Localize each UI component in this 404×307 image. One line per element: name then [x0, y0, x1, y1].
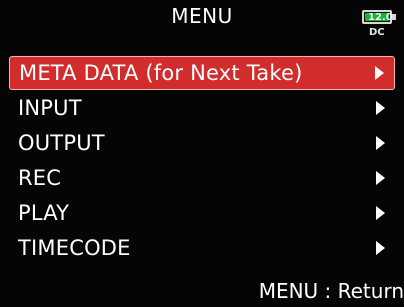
- menu-item-label: REC: [18, 166, 62, 190]
- menu-item-label: INPUT: [18, 96, 82, 120]
- chevron-right-icon: [376, 171, 385, 185]
- menu-item-input[interactable]: INPUT: [9, 91, 395, 125]
- chevron-right-icon: [376, 101, 385, 115]
- battery-indicator: 12.0 DC: [362, 10, 396, 42]
- menu-item-play[interactable]: PLAY: [9, 196, 395, 230]
- menu-item-label: META DATA (for Next Take): [19, 61, 303, 85]
- menu-item-output[interactable]: OUTPUT: [9, 126, 395, 160]
- menu-item-meta-data[interactable]: META DATA (for Next Take): [9, 56, 395, 90]
- battery-icon: 12.0: [362, 10, 393, 24]
- chevron-right-icon: [376, 241, 385, 255]
- main-menu: META DATA (for Next Take) INPUT OUTPUT R…: [9, 56, 395, 266]
- menu-item-timecode[interactable]: TIMECODE: [9, 231, 395, 265]
- battery-voltage: 12.0: [368, 12, 393, 23]
- menu-item-label: OUTPUT: [18, 131, 105, 155]
- footer-hint: MENU : Return: [258, 279, 404, 303]
- chevron-right-icon: [376, 136, 385, 150]
- chevron-right-icon: [376, 206, 385, 220]
- menu-item-rec[interactable]: REC: [9, 161, 395, 195]
- power-source-label: DC: [369, 27, 385, 38]
- page-title: MENU: [171, 4, 233, 28]
- recorder-screen: MENU 12.0 DC META DATA (for Next Take) I…: [0, 0, 404, 307]
- menu-item-label: PLAY: [18, 201, 70, 225]
- battery-terminal: [392, 14, 396, 20]
- chevron-right-icon: [375, 66, 384, 80]
- menu-item-label: TIMECODE: [18, 236, 131, 260]
